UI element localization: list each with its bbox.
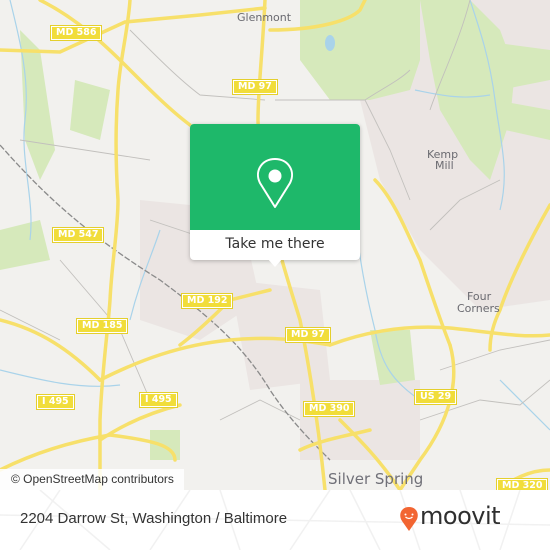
destination-popup[interactable]: Take me there [190,124,360,267]
pond [325,35,335,51]
place-label-four: Four [467,290,492,303]
road-shield-md97-north: MD 97 [232,79,278,95]
road-shield-i495-east: I 495 [139,392,178,408]
road-shield-md547: MD 547 [51,227,105,243]
road-shield-md185: MD 185 [75,318,129,334]
map-view[interactable]: Glenmont Kemp Mill Four Corners Silver S… [0,0,550,490]
map-attribution[interactable]: © OpenStreetMap contributors [0,469,184,490]
road-shield-md192: MD 192 [180,293,234,309]
footer-bar: 2204 Darrow St, Washington / Baltimore m… [0,490,550,550]
place-label-glenmont: Glenmont [237,11,292,24]
road-shield-i495-west: I 495 [36,394,75,410]
address-text: 2204 Darrow St, Washington / Baltimore [20,510,288,527]
popup-pointer [267,258,283,267]
place-label-corners: Corners [457,302,500,315]
place-label-mill: Mill [435,159,454,172]
moovit-pin-smile-icon [400,507,418,531]
road-shield-md320: MD 320 [495,478,549,490]
place-label-silver-spring: Silver Spring [328,470,424,488]
road-shield-md586: MD 586 [49,25,103,41]
road-shield-md390: MD 390 [302,401,356,417]
road-shield-us29: US 29 [413,389,458,405]
moovit-wordmark: moovit [420,502,501,530]
take-me-there-button[interactable]: Take me there [190,230,360,260]
road-shield-md97-south: MD 97 [285,327,331,343]
map-pin-icon [256,158,294,208]
popup-header[interactable] [190,124,360,230]
